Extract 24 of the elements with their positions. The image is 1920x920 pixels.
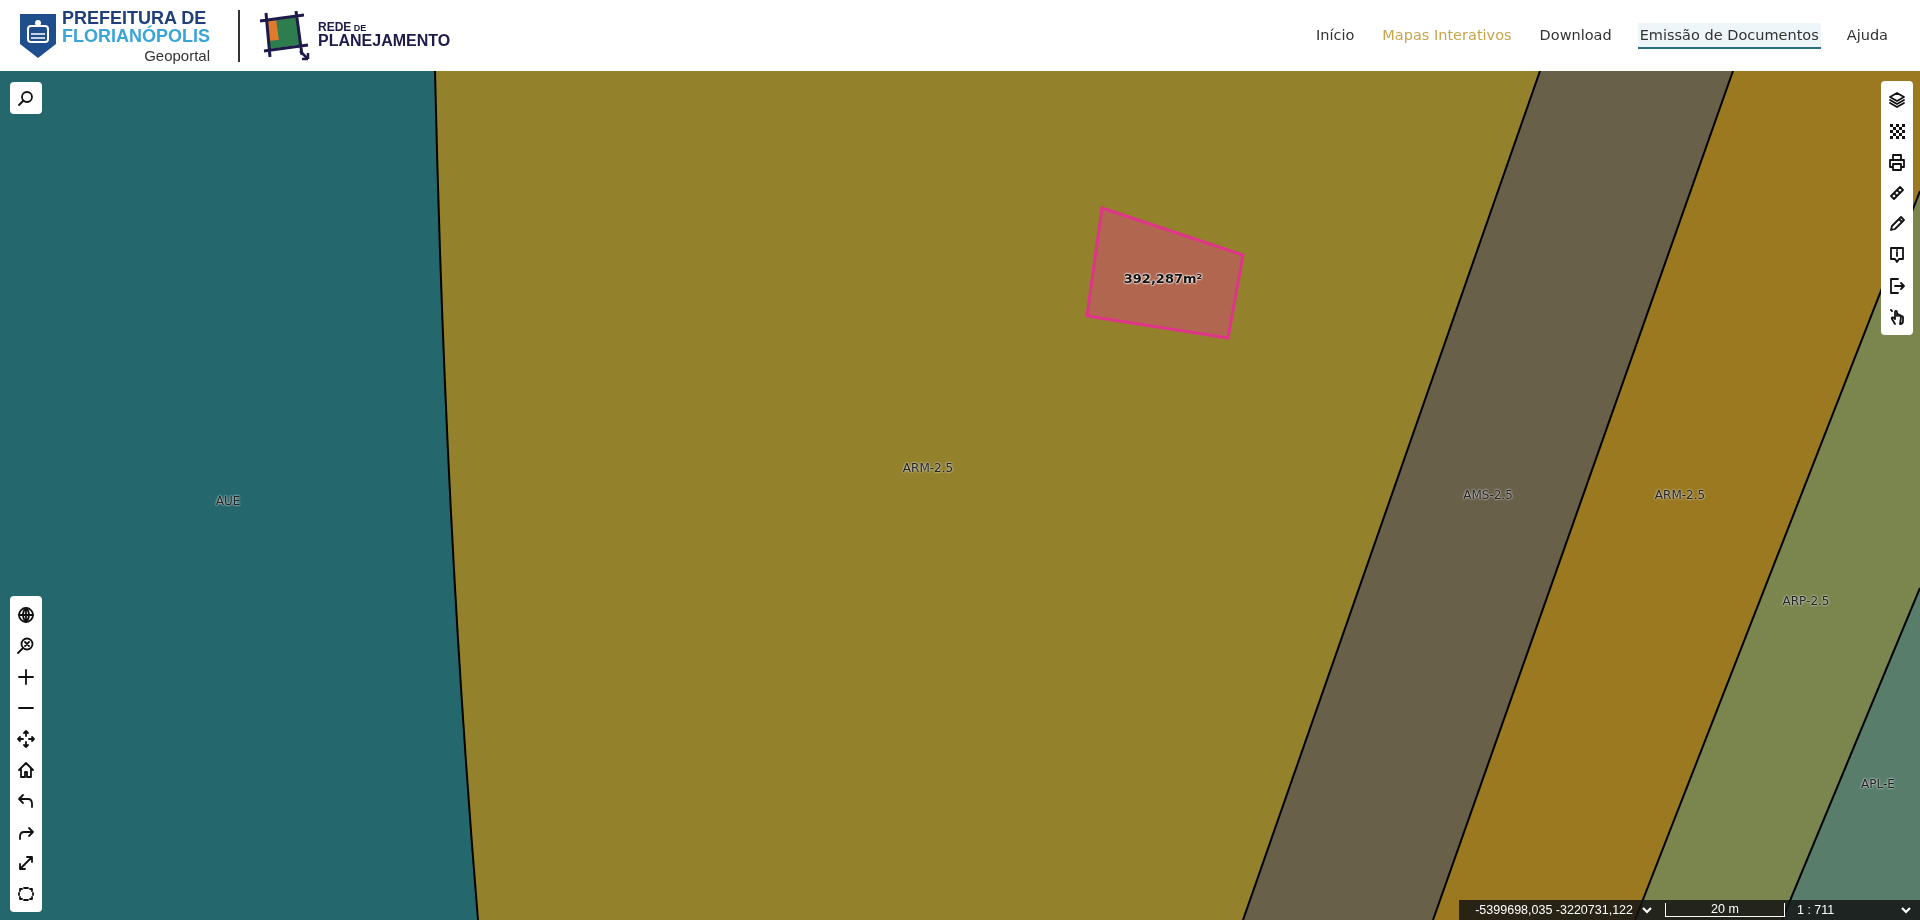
zone-label: APL-E: [1861, 777, 1895, 791]
nav-link[interactable]: Início: [1313, 22, 1357, 49]
nav-link[interactable]: Emissão de Documentos: [1637, 22, 1821, 49]
zone-label: AMS-2.5: [1463, 488, 1513, 502]
search-button[interactable]: [10, 82, 42, 114]
zone-label: ARM-2.5: [902, 461, 954, 475]
coat-of-arms-icon: [20, 13, 56, 58]
zone-label: ARM-2.5: [1654, 488, 1706, 502]
map-view[interactable]: AUE ARM-2.5 AMS-2.5 ARM-2.5 ARP-2.5 APL-E 392,287m² -5399698,035 -3220731,122 20 m 1 : 711: [0, 71, 1920, 920]
logo-title: PLANEJAMENTO: [318, 33, 451, 51]
scale-bar: 20 m: [1665, 903, 1785, 917]
nav-link[interactable]: Download: [1537, 22, 1614, 49]
logo-title: REDE DE: [318, 20, 368, 34]
caret-icon[interactable]: [1641, 906, 1653, 914]
nav-link[interactable]: Ajuda: [1844, 22, 1890, 49]
zone-label: AUE: [215, 494, 241, 508]
search-icon: [16, 88, 36, 108]
area-measurement-label: 392,287m²: [1123, 270, 1203, 286]
logo-subtitle: Geoportal: [144, 47, 210, 63]
scale-readout: 1 : 711: [1797, 903, 1836, 917]
logo-title: FLORIANÓPOLIS: [62, 26, 210, 45]
zone-label: ARP-2.5: [1782, 594, 1830, 608]
coordinates-readout: -5399698,035 -3220731,122: [1475, 903, 1633, 917]
caret-icon[interactable]: [1900, 906, 1912, 914]
